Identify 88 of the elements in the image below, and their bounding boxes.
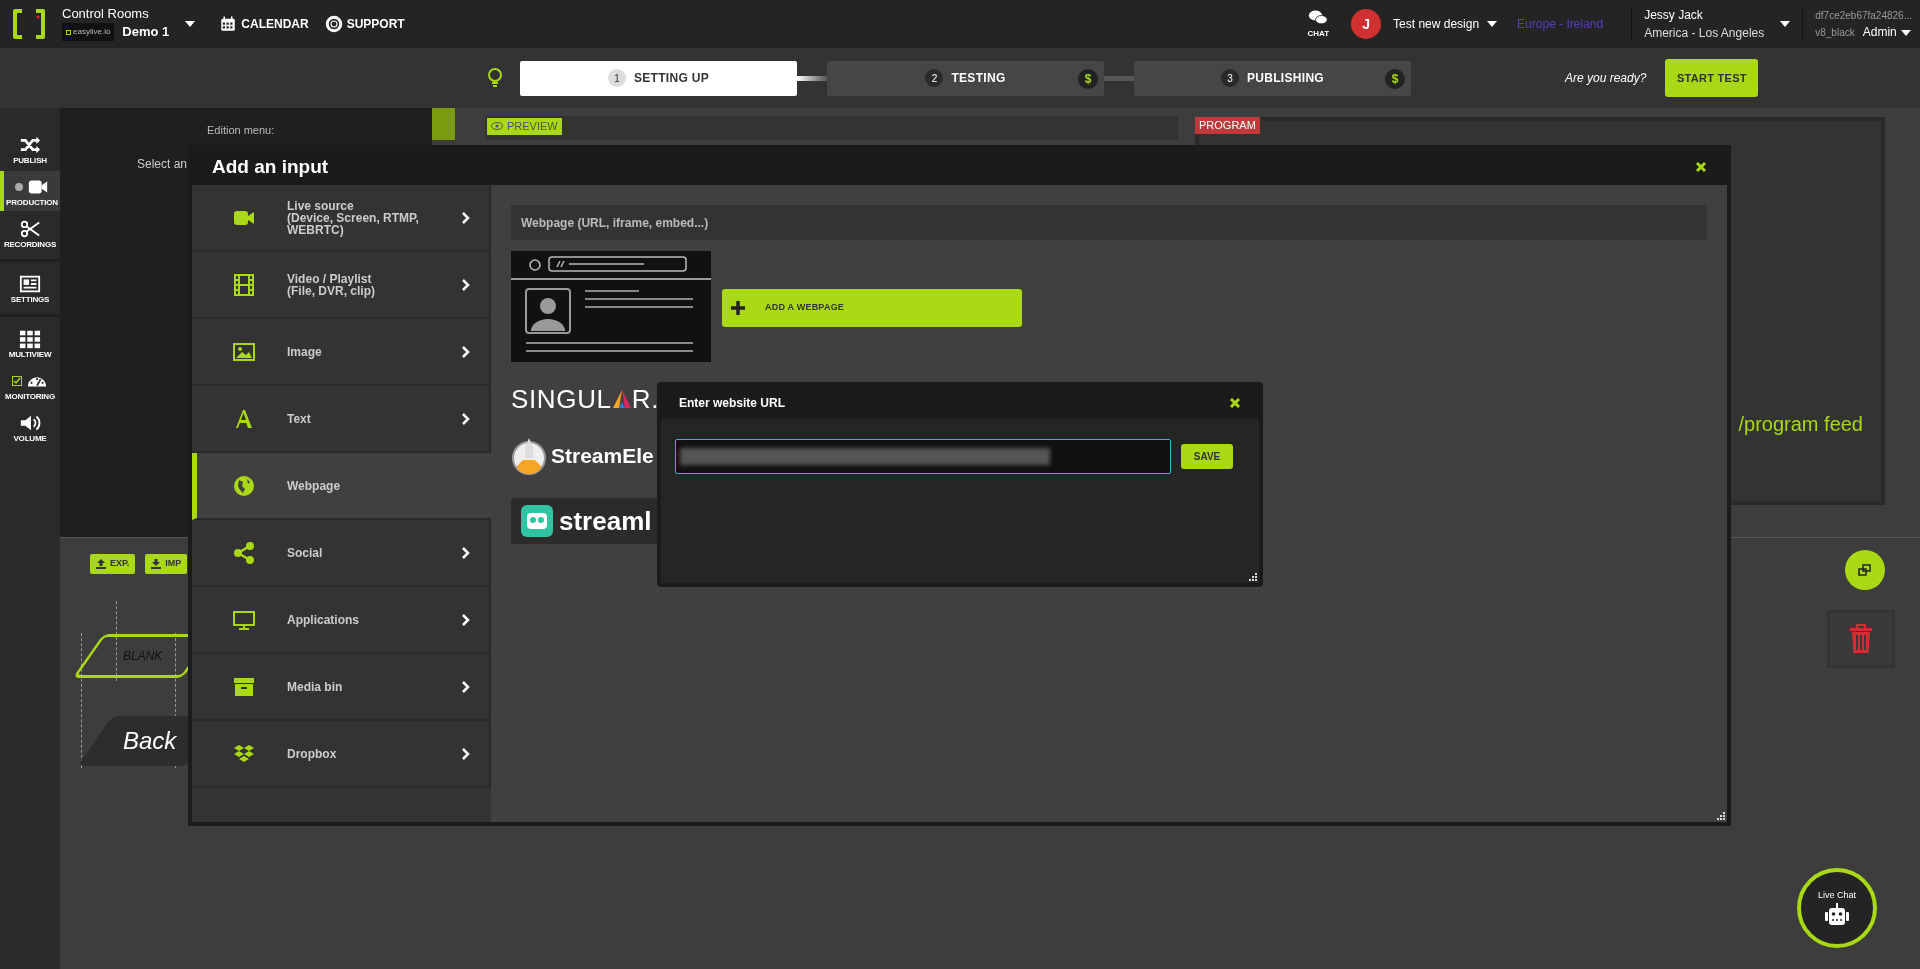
- category-item[interactable]: Dropbox: [192, 721, 491, 788]
- caret-icon: [1780, 21, 1791, 27]
- room-name: Demo 1: [122, 23, 170, 42]
- rocket-icon: [511, 436, 547, 476]
- session-id: df7ce2eb67fa24826...: [1815, 9, 1912, 23]
- chevron-right-icon: [462, 613, 470, 626]
- calendar-icon: [219, 15, 238, 33]
- chevron-right-icon: [462, 412, 470, 425]
- sidebar-item[interactable]: SETTINGS: [0, 268, 60, 308]
- category-item[interactable]: Webpage: [192, 453, 491, 520]
- sidebar-item[interactable]: MULTIVIEW: [0, 323, 60, 363]
- room-dropdown-caret-icon[interactable]: [185, 21, 196, 27]
- checkbox[interactable]: [12, 375, 22, 386]
- organization-logo: easylive.io: [62, 23, 115, 41]
- category-item[interactable]: Social: [192, 520, 491, 587]
- dialog-title: Enter website URL: [679, 394, 786, 412]
- user-dropdown[interactable]: Jessy Jack America - Los Angeles: [1644, 6, 1791, 42]
- globe-icon: [232, 473, 256, 498]
- resize-grip-icon[interactable]: [1249, 573, 1257, 581]
- select-prompt: Select an: [137, 156, 188, 173]
- step-tab[interactable]: 2 TESTING $: [827, 60, 1104, 96]
- chevron-right-icon: [462, 211, 470, 224]
- triangle-icon: [611, 389, 632, 409]
- sidebar-item[interactable]: RECORDINGS: [0, 213, 60, 253]
- film-icon: [232, 272, 256, 297]
- lifebuoy-icon: [324, 15, 343, 33]
- nav-link[interactable]: CALENDAR: [219, 15, 309, 33]
- robot-face-icon: [521, 505, 553, 537]
- app-logo-icon[interactable]: [12, 9, 46, 39]
- category-item[interactable]: Image: [192, 319, 491, 386]
- chevron-right-icon: [462, 747, 470, 760]
- close-icon[interactable]: [1695, 161, 1707, 173]
- export-button[interactable]: EXP.: [90, 554, 136, 574]
- singular-logo[interactable]: SINGUL R.: [511, 384, 659, 414]
- chevron-right-icon: [462, 546, 470, 559]
- robot-icon: [1822, 902, 1852, 927]
- url-input-field[interactable]: [675, 439, 1171, 474]
- program-feed-text: /program feed: [1738, 412, 1863, 437]
- ready-prompt: Are you ready?: [1565, 70, 1647, 87]
- eye-icon: [491, 122, 503, 131]
- theme-label: v8_black: [1815, 26, 1855, 40]
- chevron-right-icon: [462, 345, 470, 358]
- start-test-button[interactable]: START TEST: [1665, 59, 1759, 97]
- chat-button[interactable]: CHAT: [1307, 8, 1330, 40]
- sidebar-item[interactable]: PRODUCTION: [0, 171, 60, 211]
- app-title: Control Rooms: [62, 6, 150, 23]
- share-icon: [232, 540, 256, 565]
- trash-icon: [1849, 624, 1873, 654]
- delete-button[interactable]: [1827, 610, 1895, 668]
- category-item[interactable]: Media bin: [192, 654, 491, 721]
- save-button[interactable]: SAVE: [1181, 444, 1233, 469]
- role-dropdown[interactable]: Admin: [1862, 24, 1911, 41]
- preview-badge: PREVIEW: [487, 118, 562, 135]
- nav-link[interactable]: SUPPORT: [324, 15, 405, 33]
- live-chat-button[interactable]: Live Chat: [1797, 868, 1877, 948]
- close-icon[interactable]: [1229, 396, 1241, 409]
- add-webpage-button[interactable]: ADD A WEBPAGE: [722, 289, 1022, 327]
- program-badge: PROGRAM: [1195, 117, 1260, 134]
- project-dropdown[interactable]: Test new design: [1393, 15, 1498, 33]
- resize-grip-icon[interactable]: [1717, 812, 1725, 820]
- chevron-right-icon: [462, 680, 470, 693]
- caret-icon: [1487, 21, 1498, 27]
- step-tab[interactable]: 3 PUBLISHING $: [1134, 60, 1411, 96]
- step-tab[interactable]: 1 SETTING UP: [520, 60, 797, 96]
- edition-label: Edition menu:: [207, 124, 275, 137]
- detach-button[interactable]: [1845, 550, 1885, 590]
- category-item[interactable]: Live source (Device, Screen, RTMP, WEBRTC): [192, 185, 491, 252]
- upload-icon: [96, 559, 106, 569]
- category-item[interactable]: Applications: [192, 587, 491, 654]
- category-item[interactable]: Text: [192, 386, 491, 453]
- section-header: Webpage (URL, iframe, embed...): [511, 205, 1707, 240]
- region-label: Europe - Ireland: [1517, 16, 1604, 33]
- step-connector: [797, 75, 827, 81]
- dialog-title: Add an input: [212, 154, 329, 179]
- plus-icon: [731, 301, 745, 315]
- sidebar-item[interactable]: PUBLISH: [0, 129, 60, 169]
- caret-icon: [1900, 29, 1911, 36]
- sidebar-item[interactable]: VOLUME: [0, 407, 60, 447]
- import-button[interactable]: IMP: [145, 554, 188, 574]
- streamelements-logo[interactable]: StreamEle: [511, 436, 654, 476]
- user-avatar: J: [1351, 9, 1382, 39]
- lightbulb-icon: [486, 67, 504, 89]
- download-icon: [151, 559, 162, 569]
- step-connector: [1104, 75, 1134, 81]
- category-item[interactable]: Video / Playlist (File, DVR, clip): [192, 252, 491, 319]
- sidebar-item[interactable]: MONITORING: [0, 365, 60, 405]
- windows-icon: [1858, 564, 1872, 576]
- chevron-right-icon: [462, 278, 470, 291]
